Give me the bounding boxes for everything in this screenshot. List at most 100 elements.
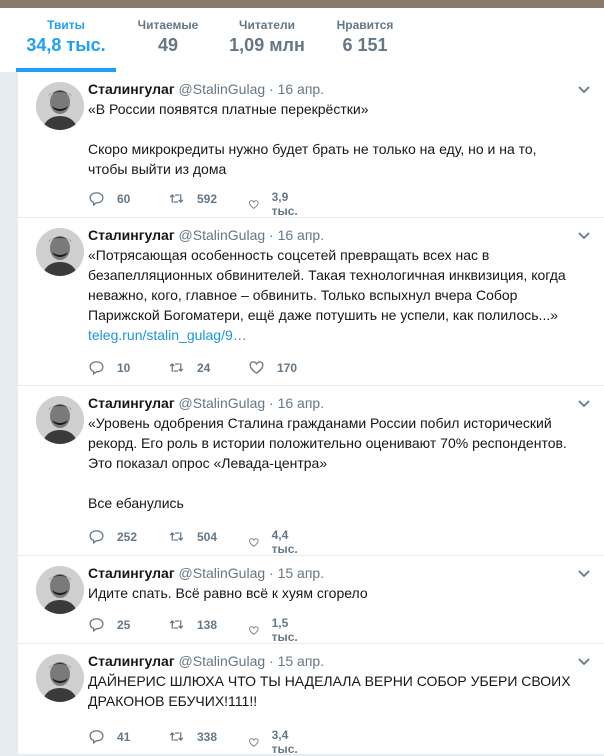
stat-tweets[interactable]: Твиты 34,8 тыс. [16, 18, 116, 56]
stat-label: Читатели [239, 18, 295, 32]
tweet-date[interactable]: 15 апр. [278, 565, 325, 581]
tweet[interactable]: Сталингулаг @StalinGulag · 15 апр. Идите… [18, 556, 604, 644]
author-name[interactable]: Сталингулаг [88, 227, 175, 243]
tweet[interactable]: Сталингулаг @StalinGulag · 15 апр. ДАЙНЕ… [18, 644, 604, 756]
reply-button[interactable]: 25 [88, 616, 130, 633]
retweet-count: 338 [197, 729, 218, 744]
avatar[interactable] [36, 566, 84, 614]
author-handle[interactable]: @StalinGulag [179, 81, 266, 97]
reply-icon [89, 618, 104, 633]
separator-dot: · [269, 227, 274, 243]
stat-value: 6 151 [342, 35, 388, 55]
reply-button[interactable]: 10 [88, 359, 130, 376]
like-button[interactable]: 4,4 тыс. [248, 528, 303, 556]
author-name[interactable]: Сталингулаг [88, 395, 175, 411]
tweet-date[interactable]: 16 апр. [278, 395, 325, 411]
avatar[interactable] [36, 654, 84, 702]
tweet[interactable]: Сталингулаг @StalinGulag · 16 апр. «В Ро… [18, 72, 604, 218]
reply-count: 252 [117, 529, 138, 544]
retweet-icon [169, 620, 184, 629]
header-background-strip [0, 0, 604, 8]
stat-value: 34,8 тыс. [26, 35, 106, 55]
retweet-count: 138 [197, 617, 218, 632]
reply-icon [89, 730, 104, 745]
tweet-link[interactable]: teleg.run/stalin_gulag/9… [88, 325, 574, 345]
like-button[interactable]: 3,9 тыс. [248, 190, 303, 218]
tweet-date[interactable]: 16 апр. [278, 81, 325, 97]
like-count: 3,4 тыс. [271, 728, 298, 756]
reply-count: 60 [117, 191, 131, 206]
tweet-content: Сталингулаг @StalinGulag · 16 апр. «Потр… [88, 226, 574, 345]
stat-value: 49 [157, 35, 179, 55]
tweet-text: «Уровень одобрения Сталина гражданами Ро… [88, 415, 567, 511]
tweet-timeline: Сталингулаг @StalinGulag · 16 апр. «В Ро… [18, 72, 604, 756]
stat-value: 1,09 млн [229, 35, 305, 55]
reply-button[interactable]: 41 [88, 728, 130, 745]
heart-icon [249, 199, 259, 209]
retweet-button[interactable]: 138 [168, 616, 217, 633]
author-handle[interactable]: @StalinGulag [179, 227, 266, 243]
reply-button[interactable]: 252 [88, 528, 137, 545]
author-handle[interactable]: @StalinGulag [179, 653, 266, 669]
like-count: 170 [277, 360, 298, 375]
tweet-header: Сталингулаг @StalinGulag · 16 апр. [88, 226, 574, 244]
retweet-icon [169, 194, 184, 203]
stat-followers[interactable]: Читатели 1,09 млн [224, 18, 310, 56]
separator-dot: · [269, 395, 274, 411]
stat-label: Читаемые [137, 18, 199, 32]
tweet[interactable]: Сталингулаг @StalinGulag · 16 апр. «Уров… [18, 386, 604, 556]
avatar[interactable] [36, 396, 84, 444]
tweet-date[interactable]: 15 апр. [278, 653, 325, 669]
chevron-down-icon[interactable] [576, 396, 592, 412]
tweet[interactable]: Сталингулаг @StalinGulag · 16 апр. «Потр… [18, 218, 604, 386]
reply-icon [89, 361, 104, 376]
like-button[interactable]: 1,5 тыс. [248, 616, 303, 644]
reply-count: 10 [117, 360, 131, 375]
retweet-button[interactable]: 338 [168, 728, 217, 745]
stat-label: Твиты [47, 18, 85, 32]
retweet-icon [169, 532, 184, 541]
tweet-header: Сталингулаг @StalinGulag · 16 апр. [88, 80, 574, 98]
author-handle[interactable]: @StalinGulag [179, 395, 266, 411]
tweet-text: ДАЙНЕРИС ШЛЮХА ЧТО ТЫ НАДЕЛАЛА ВЕРНИ СОБ… [88, 673, 575, 709]
reply-icon [89, 530, 104, 545]
tweet-text: «Потрясающая особенность соцсетей превра… [88, 247, 570, 323]
author-name[interactable]: Сталингулаг [88, 653, 175, 669]
avatar[interactable] [36, 228, 84, 276]
avatar[interactable] [36, 82, 84, 130]
tweet-content: Сталингулаг @StalinGulag · 15 апр. Идите… [88, 564, 574, 603]
chevron-down-icon[interactable] [576, 82, 592, 98]
tweet-content: Сталингулаг @StalinGulag · 16 апр. «В Ро… [88, 80, 574, 179]
stat-following[interactable]: Читаемые 49 [128, 18, 208, 56]
author-name[interactable]: Сталингулаг [88, 81, 175, 97]
tweet-date[interactable]: 16 апр. [278, 227, 325, 243]
chevron-down-icon[interactable] [576, 654, 592, 670]
heart-icon [249, 625, 259, 635]
tweet-header: Сталингулаг @StalinGulag · 16 апр. [88, 394, 574, 412]
retweet-button[interactable]: 592 [168, 190, 217, 207]
tweet-content: Сталингулаг @StalinGulag · 16 апр. «Уров… [88, 394, 574, 513]
retweet-button[interactable]: 24 [168, 359, 210, 376]
chevron-down-icon[interactable] [576, 566, 592, 582]
author-handle[interactable]: @StalinGulag [179, 565, 266, 581]
heart-icon [249, 537, 259, 547]
separator-dot: · [269, 81, 274, 97]
author-name[interactable]: Сталингулаг [88, 565, 175, 581]
retweet-icon [169, 363, 184, 372]
chevron-down-icon[interactable] [576, 228, 592, 244]
stat-likes[interactable]: Нравится 6 151 [330, 18, 400, 56]
retweet-button[interactable]: 504 [168, 528, 217, 545]
like-count: 3,9 тыс. [271, 190, 298, 218]
retweet-icon [169, 732, 184, 741]
heart-icon [249, 361, 264, 374]
like-count: 1,5 тыс. [271, 616, 298, 644]
reply-count: 41 [117, 729, 131, 744]
retweet-count: 24 [197, 360, 211, 375]
tweet-header: Сталингулаг @StalinGulag · 15 апр. [88, 652, 574, 670]
like-button[interactable]: 170 [248, 359, 297, 376]
reply-button[interactable]: 60 [88, 190, 130, 207]
tweet-text: Идите спать. Всё равно всё к хуям сгорел… [88, 585, 368, 601]
like-button[interactable]: 3,4 тыс. [248, 728, 303, 756]
separator-dot: · [269, 565, 274, 581]
reply-icon [89, 192, 104, 207]
